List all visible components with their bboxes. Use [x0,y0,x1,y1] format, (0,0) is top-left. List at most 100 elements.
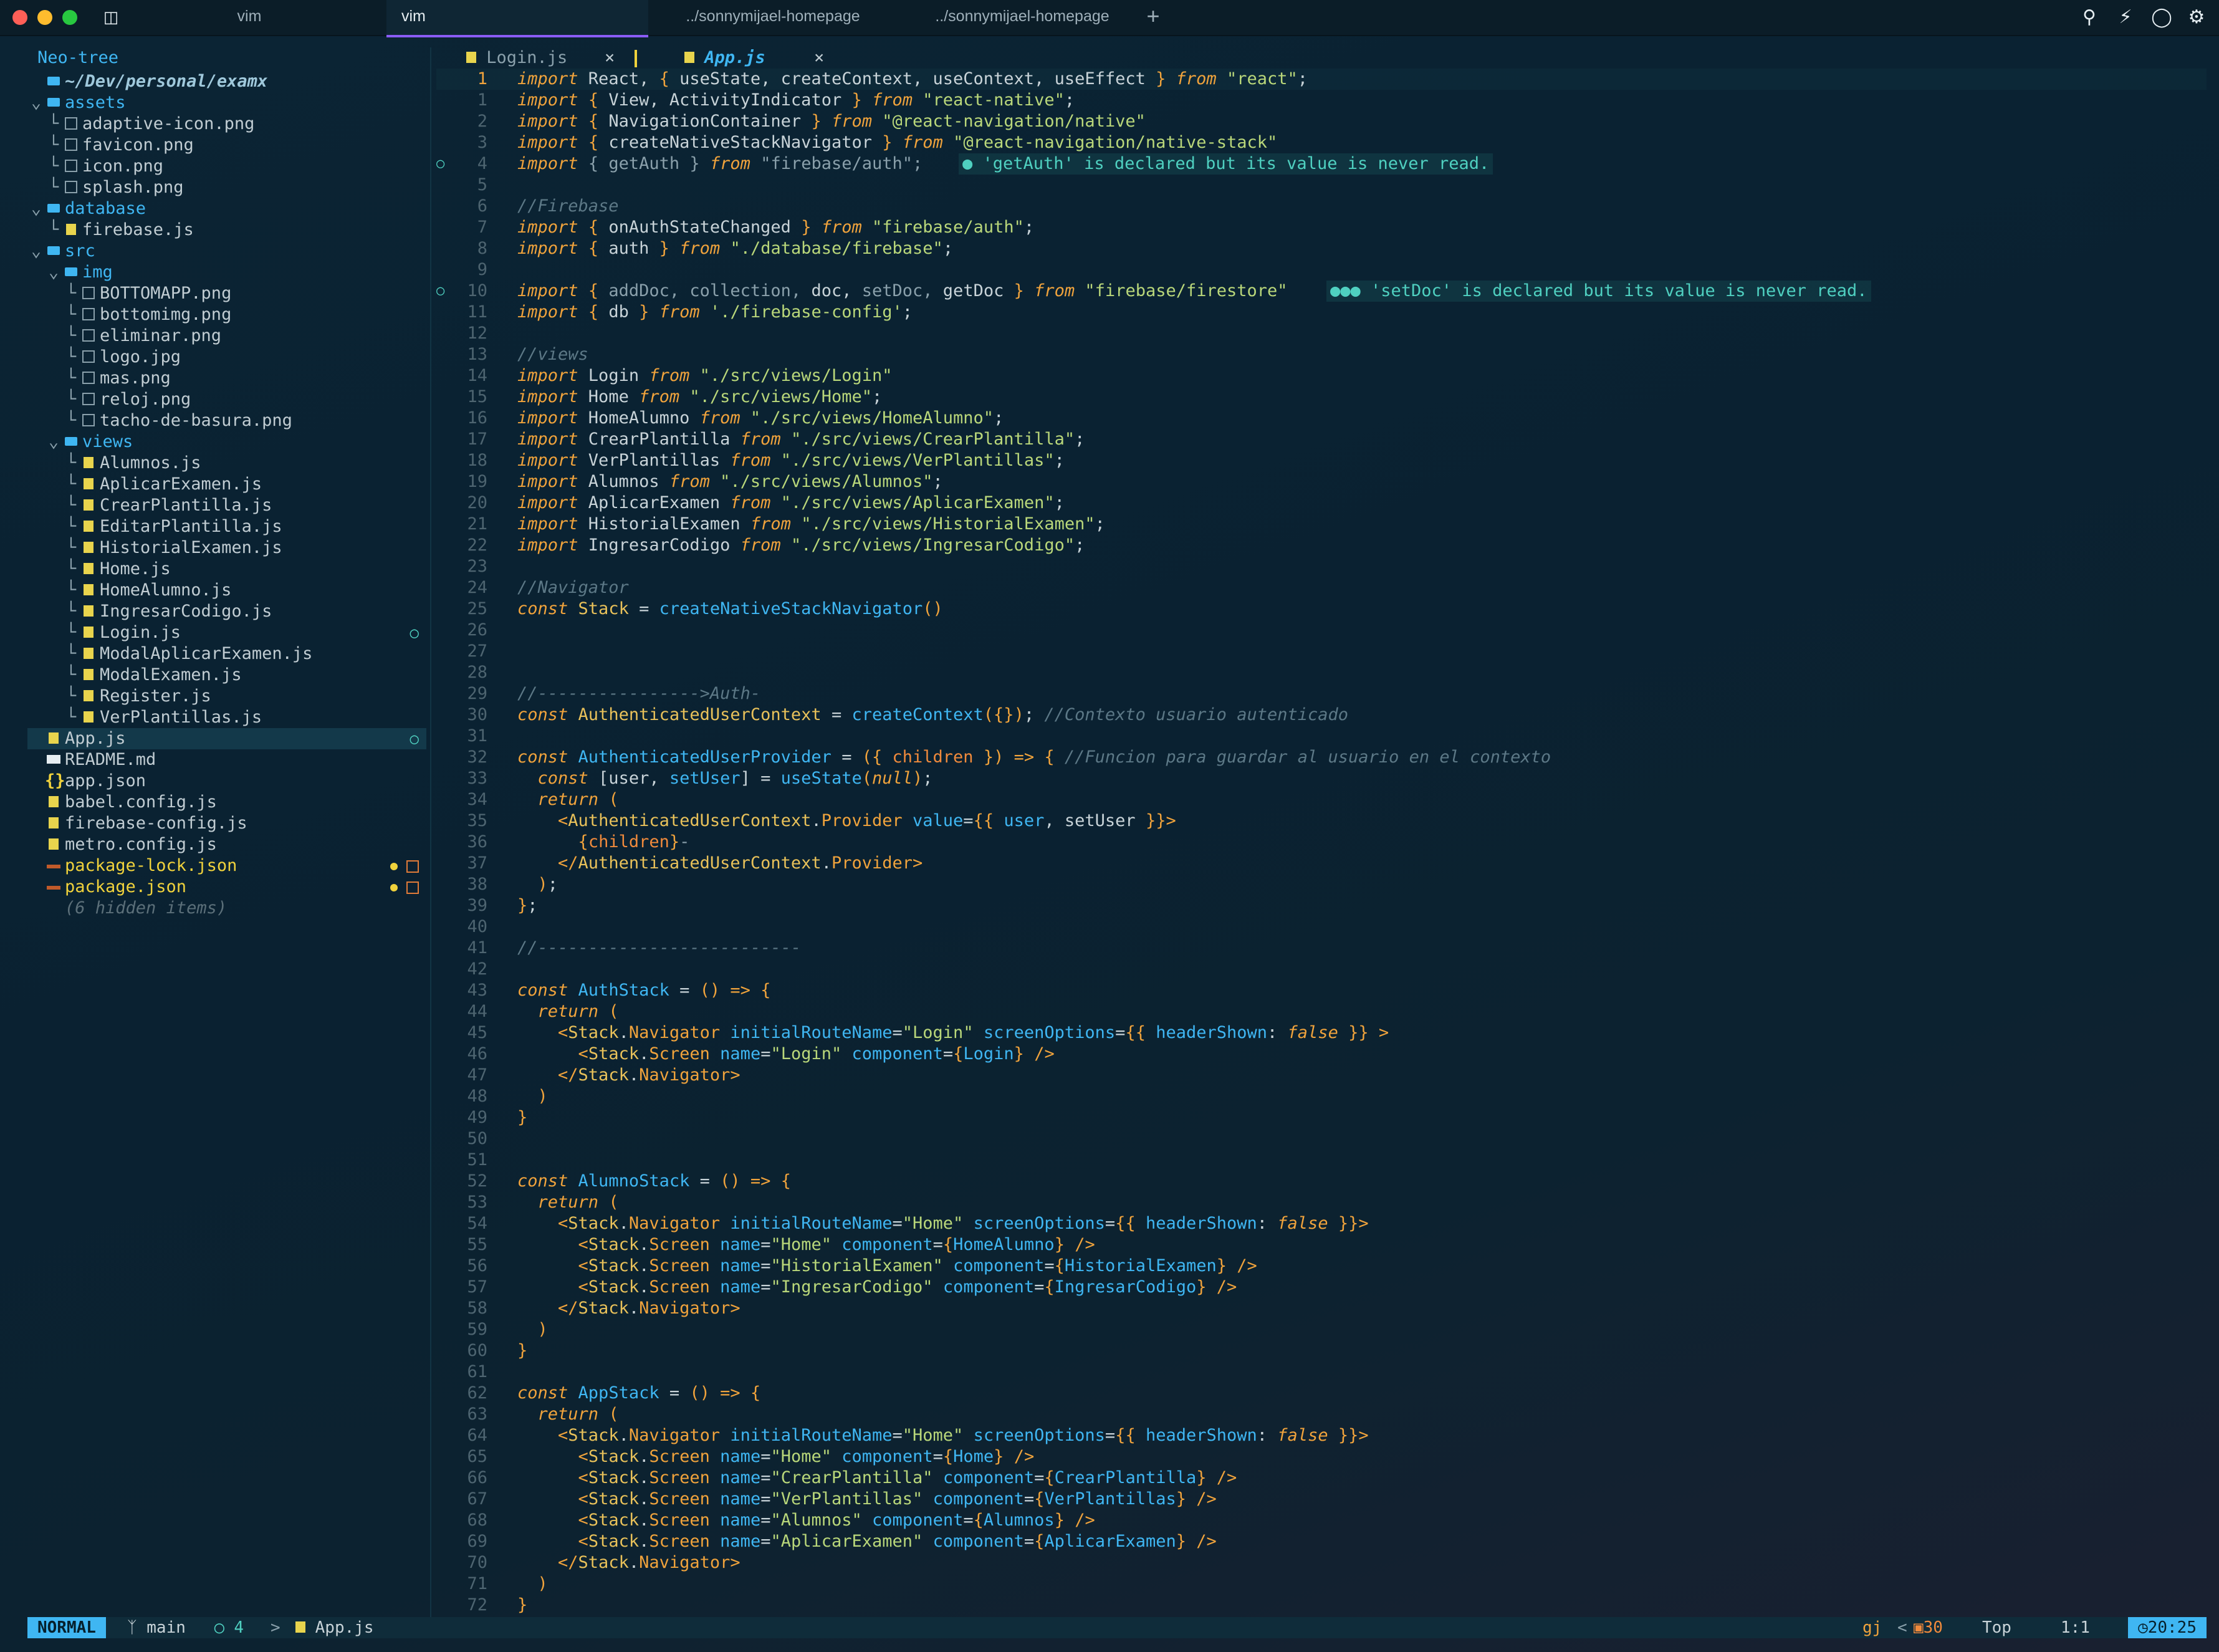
code-line[interactable]: 20 import AplicarExamen from "./src/views… [436,492,2207,514]
chevron-down-icon[interactable]: ⌄ [27,241,45,262]
lightning-icon[interactable]: ⚡ [2114,6,2137,29]
tree-file[interactable]: └ BOTTOMAPP.png [27,283,426,304]
code-text[interactable]: import { db } from './firebase-config'; [517,302,913,323]
tree-folder[interactable]: ⌄ views [27,431,426,453]
code-line[interactable]: 64 <Stack.Navigator initialRouteName="Ho… [436,1425,2207,1446]
code-line[interactable]: 44 return ( [436,1001,2207,1022]
tree-file[interactable]: └ tacho-de-basura.png [27,410,426,431]
code-line[interactable]: 27 [436,641,2207,662]
tree-file[interactable]: └ VerPlantillas.js [27,707,426,728]
code-line[interactable]: 19 import Alumnos from "./src/views/Alumn… [436,471,2207,492]
code-text[interactable]: <AuthenticatedUserContext.Provider value… [517,810,1176,832]
code-text[interactable]: import { NavigationContainer } from "@re… [517,111,1146,132]
code-line[interactable]: 50 [436,1128,2207,1150]
code-line[interactable]: 25 const Stack = createNativeStackNavigat… [436,598,2207,620]
code-line[interactable]: 38 ); [436,874,2207,895]
close-icon[interactable]: × [605,47,615,69]
code-line[interactable]: 70 </Stack.Navigator> [436,1552,2207,1573]
terminal-tab-3[interactable]: ../sonnymijael-homepage [648,0,898,35]
code-line[interactable]: 17 import CrearPlantilla from "./src/view… [436,429,2207,450]
code-text[interactable]: ) [517,1086,548,1107]
code-line[interactable]: 24 //Navigator [436,577,2207,598]
code-text[interactable]: import Login from "./src/views/Login" [517,365,893,387]
tree-file[interactable]: package.json [27,876,426,898]
code-line[interactable]: 60} [436,1340,2207,1361]
code-line[interactable]: 32 const AuthenticatedUserProvider = ({ c… [436,747,2207,768]
code-line[interactable]: 47 </Stack.Navigator> [436,1065,2207,1086]
code-text[interactable]: return ( [517,1404,619,1425]
tree-folder[interactable]: ⌄ img [27,262,426,283]
code-line[interactable]: 7 import { onAuthStateChanged } from "fir… [436,217,2207,238]
tree-file[interactable]: └ logo.jpg [27,347,426,368]
code-text[interactable]: <Stack.Navigator initialRouteName="Home"… [517,1213,1369,1234]
code-line[interactable]: 9 [436,259,2207,281]
code-line[interactable]: 22 import IngresarCodigo from "./src/view… [436,535,2207,556]
tree-file[interactable]: └ HistorialExamen.js [27,537,426,559]
code-text[interactable]: import HomeAlumno from "./src/views/Home… [517,408,1004,429]
chevron-down-icon[interactable]: ⌄ [45,262,62,283]
code-editor[interactable]: 1 import React, { useState, createContext… [436,69,2207,1616]
code-text[interactable]: //views [517,344,588,365]
code-line[interactable]: 54 <Stack.Navigator initialRouteName="Ho… [436,1213,2207,1234]
code-text[interactable]: const AuthStack = () => { [517,980,770,1001]
tree-folder[interactable]: ⌄ assets [27,92,426,113]
code-text[interactable]: } [517,1340,527,1361]
code-text[interactable]: //-------------------------- [517,938,801,959]
code-text[interactable]: import CrearPlantilla from "./src/views/… [517,429,1085,450]
code-line[interactable]: 31 [436,726,2207,747]
code-line[interactable]: 62 const AppStack = () => { [436,1383,2207,1404]
close-icon[interactable]: × [814,47,824,69]
code-line[interactable]: 39}; [436,895,2207,916]
tree-file[interactable]: firebase-config.js [27,813,426,834]
tree-file[interactable]: └ splash.png [27,177,426,198]
code-line[interactable]: 46 <Stack.Screen name="Login" component=… [436,1044,2207,1065]
code-text[interactable]: </Stack.Navigator> [517,1298,740,1319]
code-text[interactable]: const AuthenticatedUserContext = createC… [517,704,1348,726]
code-text[interactable]: return ( [517,1192,619,1213]
code-line[interactable]: 61 [436,1361,2207,1383]
code-line[interactable]: 21 import HistorialExamen from "./src/vie… [436,514,2207,535]
code-line[interactable]: 1 import React, { useState, createContext… [436,69,2207,90]
tree-file[interactable]: └ HomeAlumno.js [27,580,426,601]
tree-file[interactable]: └ bottomimg.png [27,304,426,325]
close-window-button[interactable] [12,10,27,25]
code-line[interactable]: 45 <Stack.Navigator initialRouteName="Lo… [436,1022,2207,1044]
code-text[interactable]: {children}- [517,832,690,853]
code-text[interactable]: //---------------->Auth- [517,683,760,704]
tree-file[interactable]: └ adaptive-icon.png [27,113,426,135]
code-line[interactable]: 34 return ( [436,789,2207,810]
tree-file[interactable]: App.js ○ [27,728,426,749]
code-line[interactable]: 11 import { db } from './firebase-config'… [436,302,2207,323]
code-text[interactable]: import React, { useState, createContext,… [517,69,1308,90]
code-line[interactable]: 68 <Stack.Screen name="Alumnos" componen… [436,1510,2207,1531]
tree-file[interactable]: └ Register.js [27,686,426,707]
code-line[interactable]: 57 <Stack.Screen name="IngresarCodigo" c… [436,1277,2207,1298]
code-line[interactable]: 63 return ( [436,1404,2207,1425]
code-line[interactable]: 14 import Login from "./src/views/Login" [436,365,2207,387]
code-text[interactable]: import HistorialExamen from "./src/views… [517,514,1105,535]
code-line[interactable]: 35 <AuthenticatedUserContext.Provider va… [436,810,2207,832]
code-text[interactable]: import VerPlantillas from "./src/views/V… [517,450,1065,471]
code-line[interactable]: 3 import { createNativeStackNavigator } f… [436,132,2207,153]
code-line[interactable]: 5 [436,175,2207,196]
code-line[interactable]: 30 const AuthenticatedUserContext = creat… [436,704,2207,726]
code-text[interactable]: const [user, setUser] = useState(null); [517,768,933,789]
code-line[interactable]: 12 [436,323,2207,344]
code-text[interactable]: import IngresarCodigo from "./src/views/… [517,535,1085,556]
code-text[interactable]: import AplicarExamen from "./src/views/A… [517,492,1065,514]
code-text[interactable]: <Stack.Screen name="Login" component={Lo… [517,1044,1055,1065]
code-line[interactable]: 41 //-------------------------- [436,938,2207,959]
code-text[interactable]: ) [517,1573,548,1595]
tree-file[interactable]: └ CrearPlantilla.js [27,495,426,516]
code-line[interactable]: 1 import { View, ActivityIndicator } from… [436,90,2207,111]
tree-file[interactable]: └ reloj.png [27,389,426,410]
code-text[interactable]: import { getAuth } from "firebase/auth"; [517,153,923,175]
code-line[interactable]: 40 [436,916,2207,938]
code-line[interactable]: 56 <Stack.Screen name="HistorialExamen" … [436,1256,2207,1277]
code-line[interactable]: 18 import VerPlantillas from "./src/views… [436,450,2207,471]
code-text[interactable]: </Stack.Navigator> [517,1065,740,1086]
lightbulb-icon[interactable]: ◯ [2150,6,2173,29]
tree-file[interactable]: └ firebase.js [27,219,426,241]
tree-file[interactable]: └ mas.png [27,368,426,389]
tree-file[interactable]: └ ModalAplicarExamen.js [27,643,426,665]
